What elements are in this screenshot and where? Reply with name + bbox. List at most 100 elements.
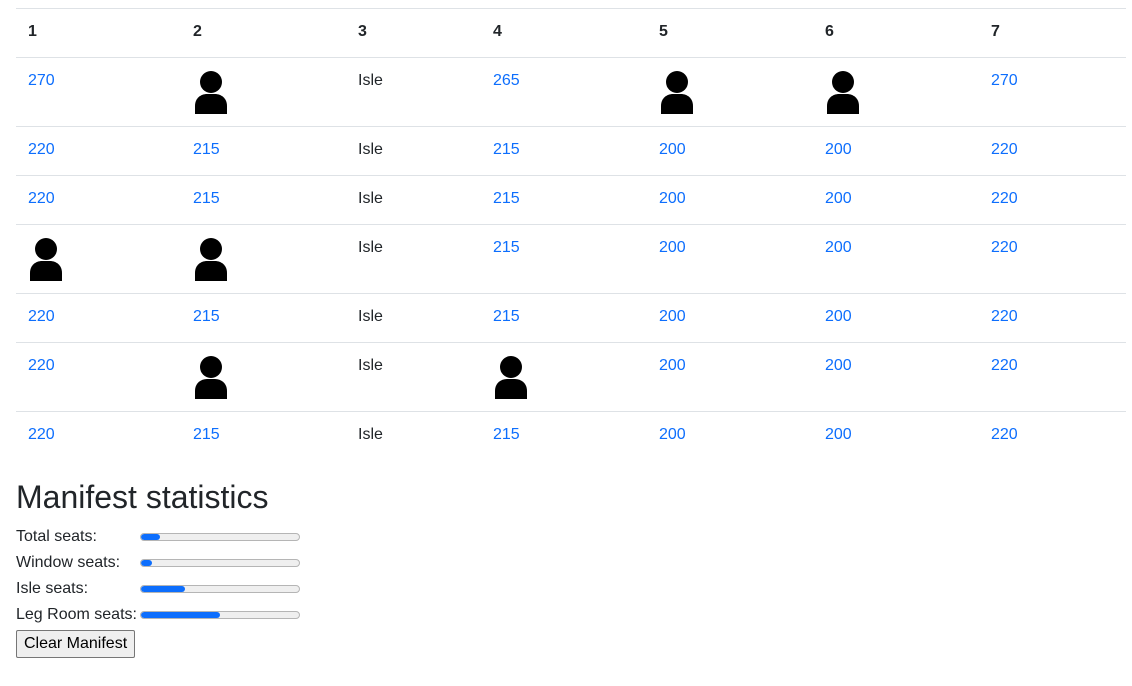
person-icon xyxy=(28,237,64,281)
stat-progress-fill xyxy=(141,534,160,540)
seat-cell[interactable]: 215 xyxy=(481,293,647,343)
stat-progress-bar xyxy=(140,611,300,619)
seat-price-link[interactable]: 200 xyxy=(659,426,686,443)
seat-cell[interactable]: 220 xyxy=(979,175,1126,225)
seat-cell[interactable]: 200 xyxy=(813,293,979,343)
seat-cell[interactable]: 215 xyxy=(481,175,647,225)
seat-price-link[interactable]: 200 xyxy=(659,141,686,158)
seat-cell[interactable]: 220 xyxy=(979,293,1126,343)
seat-price-link[interactable]: 200 xyxy=(659,357,686,374)
seat-price-link[interactable]: 220 xyxy=(991,426,1018,443)
column-header: 4 xyxy=(481,8,647,58)
seat-price-link[interactable]: 220 xyxy=(28,426,55,443)
seat-cell[interactable]: 265 xyxy=(481,57,647,127)
stat-label: Isle seats: xyxy=(16,580,89,597)
seat-cell[interactable]: 270 xyxy=(16,57,181,127)
seat-price-link[interactable]: 215 xyxy=(493,426,520,443)
aisle-label: Isle xyxy=(358,239,383,256)
seat-cell[interactable]: 200 xyxy=(647,411,813,461)
clear-manifest-button[interactable]: Clear Manifest xyxy=(16,630,136,658)
seat-cell[interactable]: 215 xyxy=(181,293,346,343)
seat-price-link[interactable]: 200 xyxy=(825,357,852,374)
seat-price-link[interactable]: 220 xyxy=(991,239,1018,256)
seat-price-link[interactable]: 200 xyxy=(825,239,852,256)
seat-price-link[interactable]: 215 xyxy=(193,141,220,158)
seat-price-link[interactable]: 220 xyxy=(991,190,1018,207)
seat-cell[interactable]: 220 xyxy=(16,175,181,225)
seat-cell[interactable]: 215 xyxy=(181,126,346,176)
seat-cell[interactable]: 200 xyxy=(647,126,813,176)
seat-price-link[interactable]: 220 xyxy=(991,308,1018,325)
seat-price-link[interactable]: 215 xyxy=(493,141,520,158)
seat-price-link[interactable]: 200 xyxy=(659,190,686,207)
seat-price-link[interactable]: 200 xyxy=(825,426,852,443)
seat-cell[interactable]: 215 xyxy=(481,411,647,461)
seat-price-link[interactable]: 215 xyxy=(493,239,520,256)
seat-cell[interactable]: 220 xyxy=(16,126,181,176)
seat-price-link[interactable]: 200 xyxy=(825,308,852,325)
seat-price-link[interactable]: 220 xyxy=(991,141,1018,158)
seat-cell[interactable]: 200 xyxy=(647,224,813,294)
seat-cell[interactable]: 215 xyxy=(481,224,647,294)
stats-list: Total seats: Window seats: Isle seats: Leg … xyxy=(16,524,1126,628)
seat-cell[interactable]: 200 xyxy=(647,293,813,343)
seat-cell xyxy=(481,342,647,412)
seat-cell[interactable]: 200 xyxy=(647,175,813,225)
column-header: 2 xyxy=(181,8,346,58)
seat-rows: 270 Isle 265 270 220 215 Isle 215 200 200 220 220 21… xyxy=(16,57,1126,461)
seat-price-link[interactable]: 215 xyxy=(493,308,520,325)
seat-price-link[interactable]: 200 xyxy=(825,190,852,207)
seat-cell[interactable]: 220 xyxy=(979,126,1126,176)
seat-cell[interactable]: 215 xyxy=(181,411,346,461)
seat-cell[interactable]: 220 xyxy=(16,411,181,461)
seat-cell[interactable]: 200 xyxy=(813,342,979,412)
seat-cell[interactable]: 200 xyxy=(813,224,979,294)
person-icon xyxy=(193,70,229,114)
seat-row: 220 Isle 200 200 220 xyxy=(16,342,1126,412)
header-row: 1234567 xyxy=(16,8,1126,58)
seat-price-link[interactable]: 215 xyxy=(493,190,520,207)
seat-price-link[interactable]: 220 xyxy=(28,190,55,207)
stat-progress-bar xyxy=(140,585,300,593)
seat-price-link[interactable]: 270 xyxy=(991,72,1018,89)
stat-progress-fill xyxy=(141,612,220,618)
seat-cell[interactable]: 200 xyxy=(813,175,979,225)
seat-price-link[interactable]: 265 xyxy=(493,72,520,89)
seat-cell[interactable]: 200 xyxy=(647,342,813,412)
seat-price-link[interactable]: 200 xyxy=(825,141,852,158)
stat-row: Window seats: xyxy=(16,550,1126,576)
person-icon xyxy=(193,237,229,281)
seat-cell[interactable]: 220 xyxy=(979,224,1126,294)
seat-cell[interactable]: 270 xyxy=(979,57,1126,127)
seat-price-link[interactable]: 215 xyxy=(193,426,220,443)
seat-cell[interactable]: 220 xyxy=(16,293,181,343)
seat-price-link[interactable]: 220 xyxy=(28,141,55,158)
seat-cell: Isle xyxy=(346,293,481,343)
seat-price-link[interactable]: 220 xyxy=(28,357,55,374)
seat-cell xyxy=(181,342,346,412)
aisle-label: Isle xyxy=(358,190,383,207)
seat-price-link[interactable]: 200 xyxy=(659,239,686,256)
seat-cell[interactable]: 220 xyxy=(979,342,1126,412)
seat-cell: Isle xyxy=(346,224,481,294)
seat-cell[interactable]: 220 xyxy=(979,411,1126,461)
seat-cell[interactable]: 200 xyxy=(813,126,979,176)
seat-cell[interactable]: 215 xyxy=(181,175,346,225)
stat-label: Total seats: xyxy=(16,528,97,545)
seat-row: 270 Isle 265 270 xyxy=(16,57,1126,127)
seat-price-link[interactable]: 270 xyxy=(28,72,55,89)
seat-price-link[interactable]: 220 xyxy=(991,357,1018,374)
seat-price-link[interactable]: 200 xyxy=(659,308,686,325)
seat-row: 220 215 Isle 215 200 200 220 xyxy=(16,175,1126,225)
seat-price-link[interactable]: 215 xyxy=(193,308,220,325)
seat-price-link[interactable]: 215 xyxy=(193,190,220,207)
seat-cell: Isle xyxy=(346,342,481,412)
seat-cell[interactable]: 220 xyxy=(16,342,181,412)
seat-cell[interactable]: 215 xyxy=(481,126,647,176)
stat-progress-bar xyxy=(140,559,300,567)
stats-title: Manifest statistics xyxy=(16,479,269,515)
stat-label: Leg Room seats: xyxy=(16,606,137,623)
seat-cell[interactable]: 200 xyxy=(813,411,979,461)
seat-price-link[interactable]: 220 xyxy=(28,308,55,325)
aisle-label: Isle xyxy=(358,357,383,374)
